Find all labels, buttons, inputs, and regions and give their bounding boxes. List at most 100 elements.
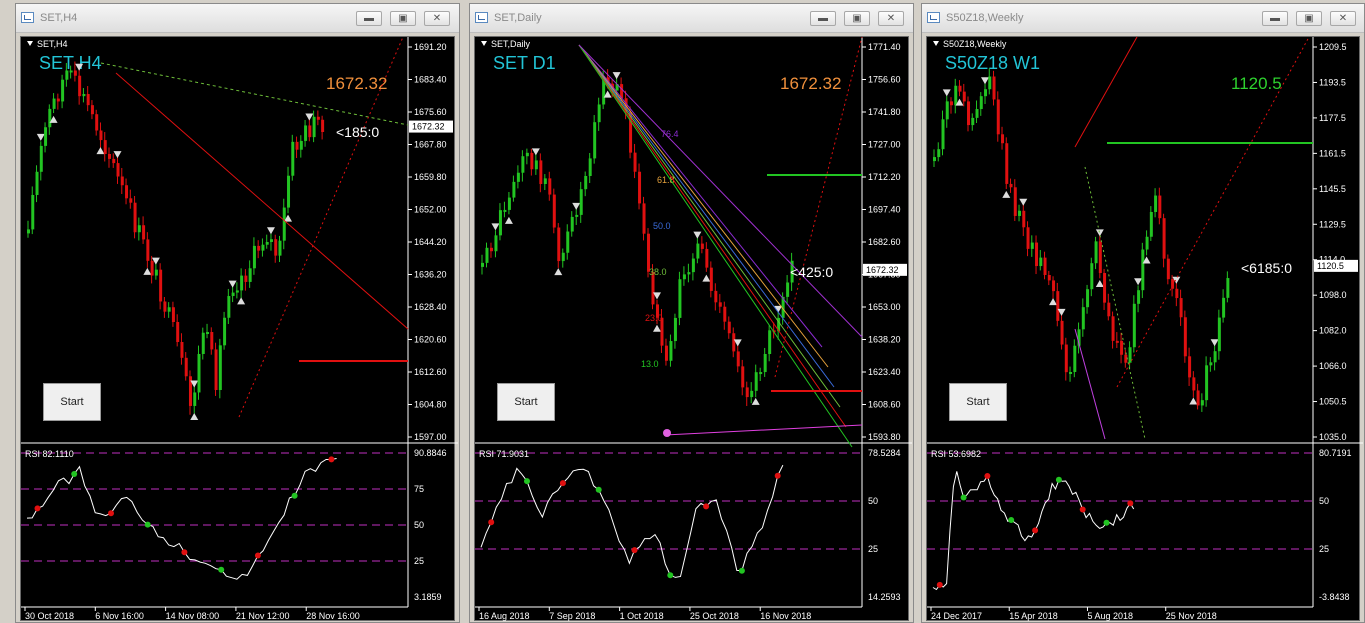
- candle-body: [1141, 249, 1145, 291]
- close-button[interactable]: ✕: [878, 11, 904, 26]
- candle-body: [727, 321, 731, 334]
- rsi-tick-label: 25: [414, 556, 424, 566]
- price-tick-label: 1675.60: [414, 107, 447, 117]
- price-tick-label: 1612.60: [414, 367, 447, 377]
- chart-dropdown-icon: [481, 41, 487, 46]
- candle-body: [736, 351, 740, 367]
- candle-body: [1018, 210, 1022, 216]
- fractal-arrow-icon: [190, 412, 199, 420]
- candle-body: [638, 171, 642, 204]
- date-tick-label: 24 Dec 2017: [931, 611, 982, 621]
- candle-body: [171, 307, 175, 322]
- window-titlebar[interactable]: SET,H4 ▬ ▣ ✕: [16, 4, 459, 33]
- candle-body: [82, 93, 86, 97]
- maximize-button[interactable]: ▣: [1296, 11, 1322, 26]
- candle-body: [184, 357, 188, 377]
- chart-window-set-h4[interactable]: SET,H4 ▬ ▣ ✕ 1691.20 1683.40 1675.60 1667.8…: [15, 3, 460, 623]
- rsi-signal-dot: [984, 473, 991, 479]
- date-tick-label: 5 Aug 2018: [1087, 611, 1133, 621]
- chart-area[interactable]: 1691.20 1683.40 1675.60 1667.80 1659.80 1652.…: [20, 36, 458, 623]
- candle-body: [180, 341, 184, 358]
- chart-window-s50z18-weekly[interactable]: S50Z18,Weekly ▬ ▣ ✕ 1209.5 1193.5 1177.5 11…: [921, 3, 1365, 623]
- minimize-button[interactable]: ▬: [356, 11, 382, 26]
- chart-window-set-daily[interactable]: SET,Daily ▬ ▣ ✕ 1771.40 1756.60 1741.80 172…: [469, 3, 914, 623]
- candle-body: [223, 317, 227, 346]
- chart-canvas[interactable]: 1771.40 1756.60 1741.80 1727.00 1712.20 1697.…: [475, 36, 912, 623]
- date-tick-label: 30 Oct 2018: [25, 611, 74, 621]
- rsi-signal-dot: [108, 510, 114, 517]
- candle-body: [741, 366, 745, 388]
- candle-body: [664, 345, 668, 361]
- maximize-button[interactable]: ▣: [844, 11, 870, 26]
- chart-area[interactable]: 1209.5 1193.5 1177.5 1161.5 1145.5 1129.5 1114…: [926, 36, 1363, 623]
- candle-body: [1120, 340, 1124, 355]
- candle-body: [642, 203, 646, 234]
- date-tick-label: 1 Oct 2018: [620, 611, 664, 621]
- candle-body: [193, 392, 197, 406]
- date-tick-label: 15 Apr 2018: [1009, 611, 1058, 621]
- window-titlebar[interactable]: SET,Daily ▬ ▣ ✕: [470, 4, 913, 33]
- rsi-tick-label: 78.5284: [868, 448, 901, 458]
- candle-body: [227, 296, 231, 318]
- fractal-arrow-icon: [96, 147, 105, 155]
- candle-body: [1026, 227, 1030, 249]
- minimize-button[interactable]: ▬: [1262, 11, 1288, 26]
- fan-level-label: 76.4: [661, 129, 679, 139]
- candle-body: [579, 189, 583, 215]
- candle-body: [691, 258, 695, 273]
- candle-body: [570, 216, 574, 232]
- candle-body: [534, 160, 538, 170]
- candle-body: [1060, 320, 1064, 345]
- window-titlebar[interactable]: S50Z18,Weekly ▬ ▣ ✕: [922, 4, 1364, 33]
- current-price-text: 1120.5: [1317, 261, 1344, 271]
- candle-body: [1069, 371, 1073, 374]
- pips-label: <425:0: [790, 264, 833, 280]
- date-tick-label: 6 Nov 16:00: [95, 611, 144, 621]
- price-tick-label: 1161.5: [1319, 148, 1346, 158]
- candle-body: [163, 301, 167, 312]
- candle-body: [539, 160, 543, 185]
- fan-level-label: 23.0: [645, 313, 663, 323]
- rsi-signal-dot: [181, 549, 188, 556]
- candle-body: [95, 114, 99, 131]
- rsi-signal-dot: [291, 492, 298, 499]
- price-tick-label: 1712.20: [868, 172, 901, 182]
- candle-body: [112, 158, 116, 164]
- fractal-arrow-icon: [36, 133, 45, 141]
- price-tick-label: 1659.80: [414, 172, 447, 182]
- candle-body: [1217, 317, 1221, 352]
- candle-body: [240, 275, 244, 291]
- rsi-signal-dot: [254, 552, 261, 559]
- maximize-button[interactable]: ▣: [390, 11, 416, 26]
- fan-level-label: 38.0: [649, 267, 667, 277]
- minimize-button[interactable]: ▬: [810, 11, 836, 26]
- fan-line: [578, 44, 829, 368]
- candle-body: [308, 125, 312, 138]
- start-button[interactable]: Start: [43, 383, 101, 421]
- price-tick-label: 1620.60: [414, 335, 447, 345]
- candle-body: [1192, 377, 1196, 391]
- close-button[interactable]: ✕: [424, 11, 450, 26]
- candle-body: [979, 96, 983, 110]
- start-button[interactable]: Start: [497, 383, 555, 421]
- candle-body: [489, 247, 493, 252]
- chart-canvas[interactable]: 1209.51193.51177.51161.51145.51129.51114…: [927, 36, 1363, 623]
- candle-body: [78, 75, 82, 97]
- candle-body: [129, 198, 133, 203]
- candle-body: [1205, 365, 1209, 401]
- candle-body: [498, 210, 502, 236]
- symbol-timeframe-label: SET D1: [493, 53, 556, 73]
- fan-line: [578, 44, 847, 428]
- chart-header-label: S50Z18,Weekly: [943, 39, 1007, 49]
- chart-area[interactable]: 1771.40 1756.60 1741.80 1727.00 1712.20 1697.…: [474, 36, 912, 623]
- candle-body: [507, 197, 511, 210]
- candle-body: [214, 349, 218, 391]
- close-button[interactable]: ✕: [1330, 11, 1356, 26]
- price-tick-label: 1608.60: [868, 400, 901, 410]
- fractal-arrow-icon: [572, 202, 581, 210]
- chart-canvas[interactable]: 1691.20 1683.40 1675.60 1667.80 1659.80 1652.…: [21, 36, 458, 623]
- start-button[interactable]: Start: [949, 383, 1007, 421]
- candle-body: [167, 307, 171, 312]
- rsi-label: RSI 53.6982: [931, 449, 981, 459]
- candle-body: [210, 332, 214, 350]
